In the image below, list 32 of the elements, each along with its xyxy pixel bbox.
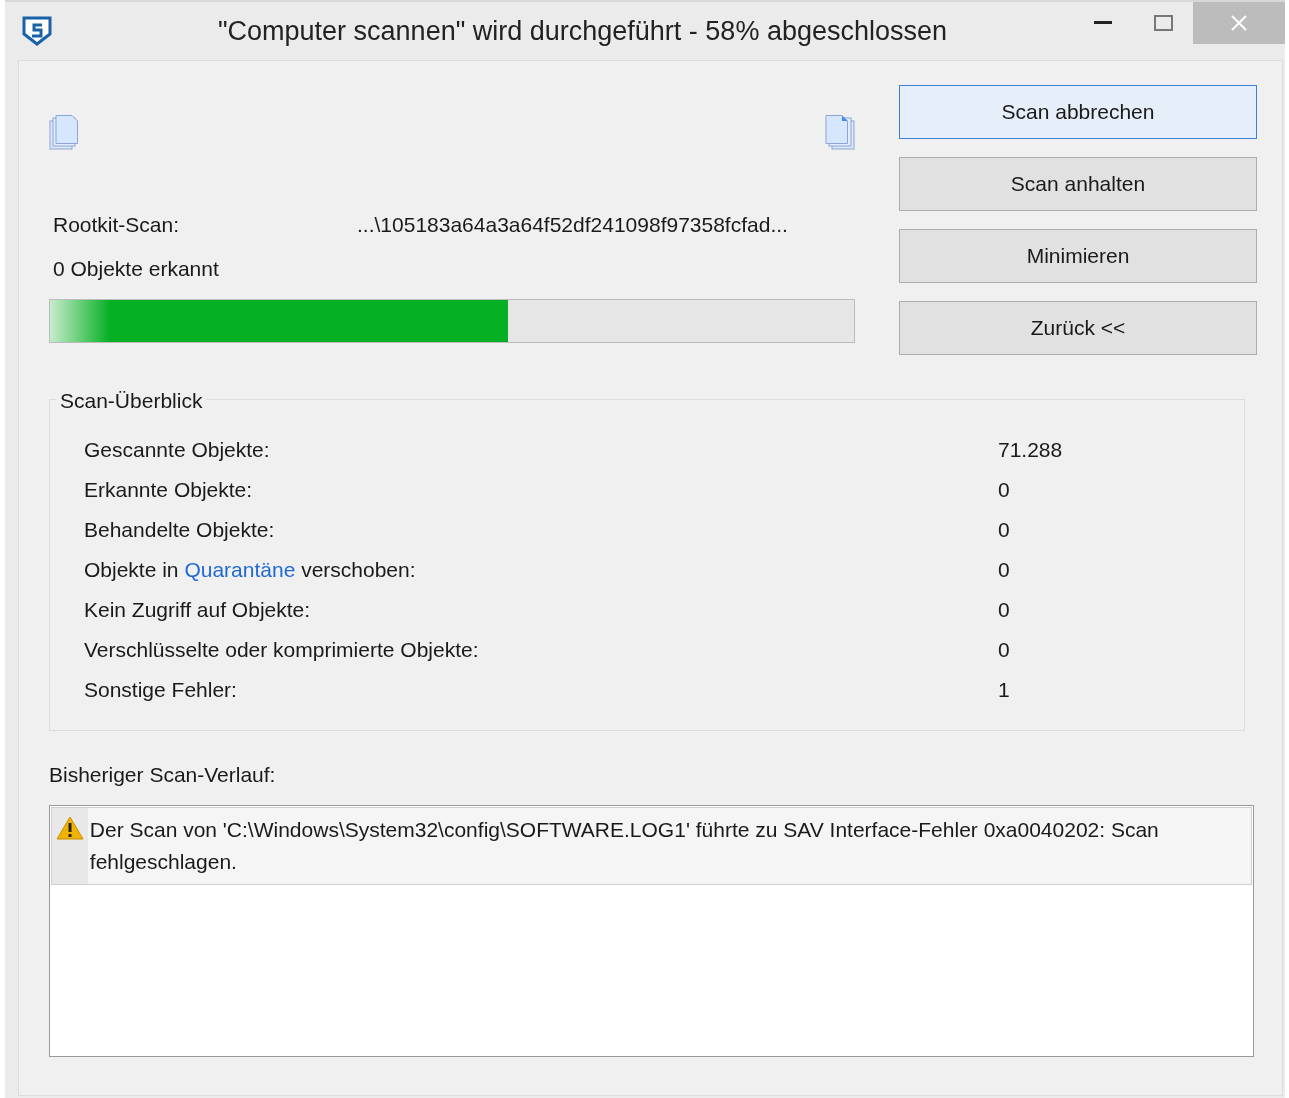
stat-value: 0 bbox=[998, 477, 1010, 504]
dialog-button[interactable]: Zurück << bbox=[899, 301, 1257, 355]
shield-logo-icon bbox=[22, 16, 52, 46]
dialog-button[interactable]: Minimieren bbox=[899, 229, 1257, 283]
dialog-button[interactable]: Scan abbrechen bbox=[899, 85, 1257, 139]
window-title: "Computer scannen" wird durchgeführt - 58% abgeschlossen bbox=[216, 14, 949, 48]
stat-value: 1 bbox=[998, 677, 1010, 704]
scan-type-label: Rootkit-Scan: bbox=[53, 212, 181, 239]
history-entry[interactable]: Der Scan von 'C:\Windows\System32\config\SOFTWARE.LOG1' führte zu SAV Interface-Fehler 0xa0040202: Scan fehlgeschlagen. bbox=[51, 806, 1252, 885]
stat-label: Objekte in Quarantäne verschoben: bbox=[84, 557, 417, 584]
maximize-icon bbox=[1153, 15, 1173, 31]
stat-label: Erkannte Objekte: bbox=[84, 477, 254, 504]
stat-value: 71.288 bbox=[998, 437, 1063, 464]
documents-icon bbox=[49, 115, 79, 151]
stat-value: 0 bbox=[998, 597, 1010, 624]
stat-label: Sonstige Fehler: bbox=[84, 677, 238, 704]
dialog-button[interactable]: Scan anhalten bbox=[899, 157, 1257, 211]
stat-value: 0 bbox=[998, 557, 1010, 584]
close-icon bbox=[1231, 15, 1247, 31]
stat-label: Gescannte Objekte: bbox=[84, 437, 271, 464]
stat-label: Verschlüsselte oder komprimierte Objekte: bbox=[84, 637, 480, 664]
history-label: Bisheriger Scan-Verlauf: bbox=[49, 762, 277, 788]
quarantine-link[interactable]: Quarantäne bbox=[184, 558, 296, 582]
stat-value: 0 bbox=[998, 637, 1010, 664]
documents-icon bbox=[825, 115, 855, 151]
stat-value: 0 bbox=[998, 517, 1010, 544]
stat-label: Behandelte Objekte: bbox=[84, 517, 276, 544]
stat-label: Kein Zugriff auf Objekte: bbox=[84, 597, 312, 624]
warning-icon bbox=[55, 815, 84, 840]
current-file-path: ...\105183a64a3a64f52df241098f97358fcfad... bbox=[357, 212, 788, 239]
detected-count: 0 Objekte erkannt bbox=[53, 256, 219, 283]
minimize-icon bbox=[1094, 21, 1112, 25]
